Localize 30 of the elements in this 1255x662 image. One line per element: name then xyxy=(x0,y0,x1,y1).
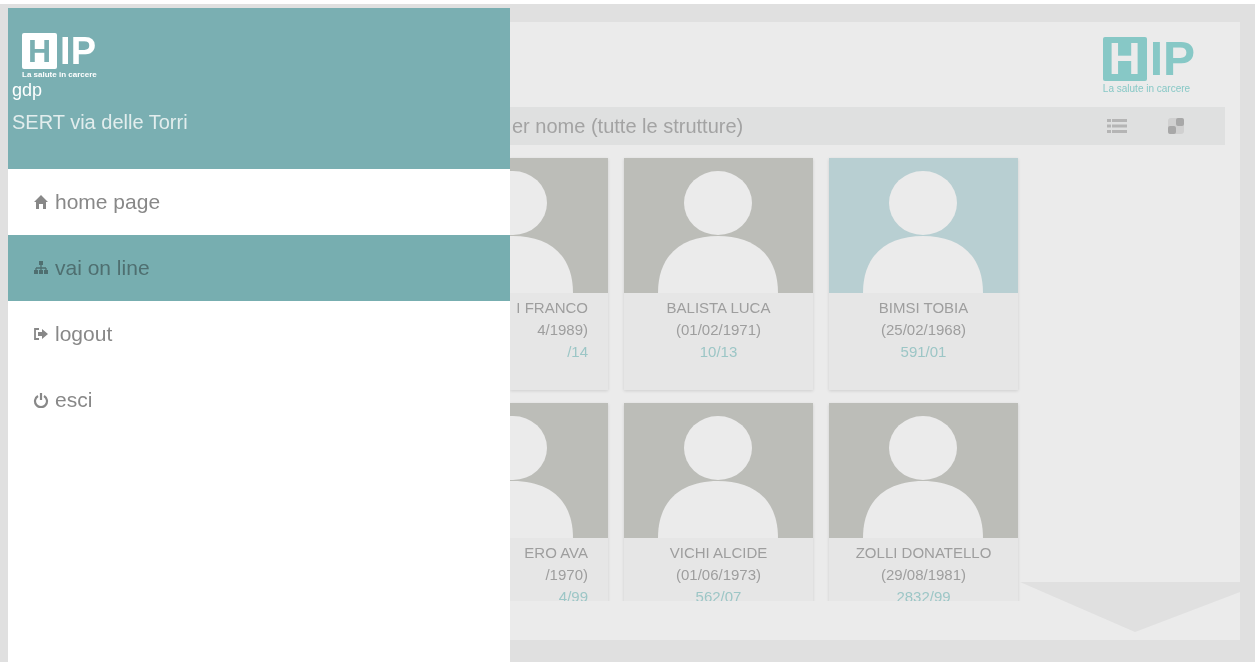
patient-code: 10/13 xyxy=(699,342,738,362)
birth-date: (29/08/1981) xyxy=(880,565,967,585)
patient-name: VICHI ALCIDE xyxy=(669,543,768,563)
logo: H IP La salute in carcere xyxy=(22,32,98,79)
power-icon xyxy=(33,392,49,408)
birth-date: (01/02/1971) xyxy=(675,320,762,340)
birth-date: /1970) xyxy=(545,565,588,585)
sitemap-icon xyxy=(33,260,49,276)
birth-date: (01/06/1973) xyxy=(675,565,762,585)
logo: H IP La salute in carcere xyxy=(1102,35,1195,94)
list-view-icon[interactable] xyxy=(1107,118,1127,134)
search-field[interactable]: er nome (tutte le strutture) xyxy=(510,107,1225,145)
user-name: gdp xyxy=(12,80,44,101)
patient-name: I FRANCO xyxy=(516,298,588,318)
birth-date: 4/1989) xyxy=(537,320,588,340)
facility-name: SERT via delle Torri xyxy=(12,111,189,134)
home-icon xyxy=(33,194,49,210)
menu-item[interactable]: vai on line xyxy=(8,235,510,301)
patient-name: BIMSI TOBIA xyxy=(878,298,969,318)
patient-card[interactable]: I FRANCO 4/1989) /14 xyxy=(510,158,608,390)
patient-code: /14 xyxy=(567,342,588,362)
birth-date: (25/02/1968) xyxy=(880,320,967,340)
patient-code: 591/01 xyxy=(900,342,947,362)
patient-card[interactable]: BALISTA LUCA (01/02/1971) 10/13 xyxy=(624,158,813,390)
logout-icon xyxy=(33,326,49,342)
patient-card[interactable]: BIMSI TOBIA (25/02/1968) 591/01 xyxy=(829,158,1018,390)
grid-view-icon[interactable] xyxy=(1167,117,1185,135)
patient-name: ZOLLI DONATELLO xyxy=(855,543,992,563)
patient-name: BALISTA LUCA xyxy=(666,298,771,318)
patient-name: ERO AVA xyxy=(524,543,588,563)
